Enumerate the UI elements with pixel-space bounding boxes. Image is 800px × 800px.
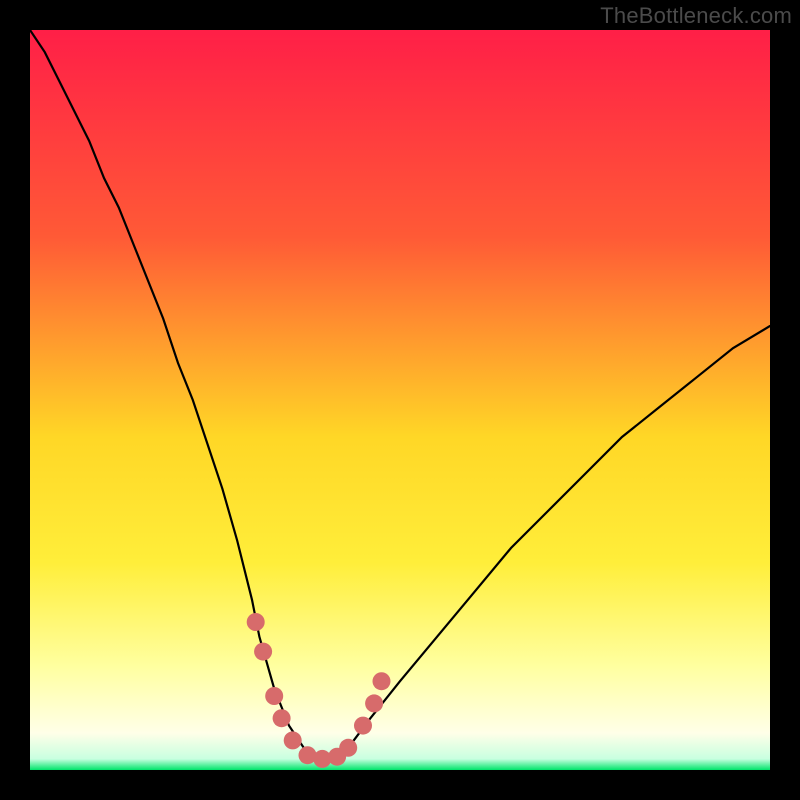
highlight-marker xyxy=(365,694,383,712)
chart-frame: TheBottleneck.com xyxy=(0,0,800,800)
gradient-background xyxy=(30,30,770,770)
highlight-marker xyxy=(373,672,391,690)
highlight-marker xyxy=(354,717,372,735)
highlight-marker xyxy=(265,687,283,705)
plot-area xyxy=(30,30,770,770)
bottleneck-chart xyxy=(30,30,770,770)
highlight-marker xyxy=(254,643,272,661)
highlight-marker xyxy=(247,613,265,631)
highlight-marker xyxy=(339,739,357,757)
watermark-text: TheBottleneck.com xyxy=(600,3,792,29)
highlight-marker xyxy=(284,731,302,749)
highlight-marker xyxy=(273,709,291,727)
